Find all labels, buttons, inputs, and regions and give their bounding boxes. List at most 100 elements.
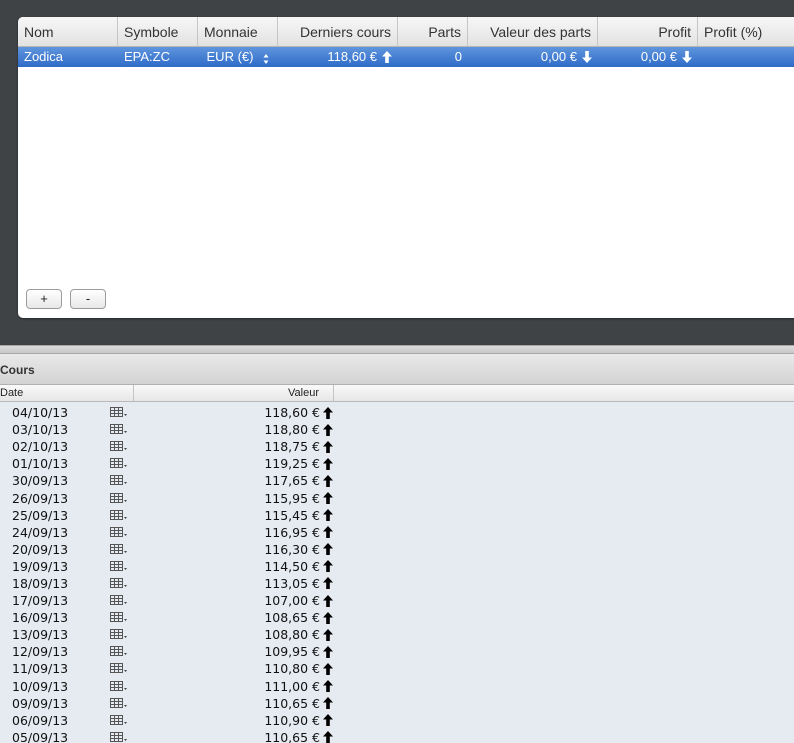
row-date[interactable]: 20/09/13 bbox=[0, 542, 110, 557]
calendar-picker-icon[interactable] bbox=[110, 543, 134, 555]
portfolio-row-selected[interactable]: Zodica EPA:ZC EUR (€) 118,60 € 0 0,00 € … bbox=[18, 47, 794, 67]
table-row[interactable]: 16/09/13 108,65 € bbox=[0, 609, 794, 626]
drag-handle-icon[interactable] bbox=[549, 348, 573, 361]
row-date[interactable]: 24/09/13 bbox=[0, 525, 110, 540]
row-valeur[interactable]: 108,65 € bbox=[134, 610, 320, 625]
table-row[interactable]: 18/09/13 113,05 € bbox=[0, 575, 794, 592]
table-row[interactable]: 20/09/13 116,30 € bbox=[0, 541, 794, 558]
row-valeur[interactable]: 110,65 € bbox=[134, 696, 320, 711]
column-header-profit[interactable]: Profit bbox=[598, 17, 698, 46]
row-valeur[interactable]: 111,00 € bbox=[134, 679, 320, 694]
table-row[interactable]: 11/09/13 110,80 € bbox=[0, 660, 794, 677]
row-date[interactable]: 19/09/13 bbox=[0, 559, 110, 574]
cell-derniers-cours: 118,60 € bbox=[278, 47, 398, 67]
row-valeur[interactable]: 118,60 € bbox=[134, 405, 320, 420]
row-date[interactable]: 16/09/13 bbox=[0, 610, 110, 625]
table-row[interactable]: 02/10/13 118,75 € bbox=[0, 438, 794, 455]
calendar-picker-icon[interactable] bbox=[110, 407, 134, 418]
calendar-picker-icon[interactable] bbox=[110, 731, 134, 743]
row-valeur[interactable]: 117,65 € bbox=[134, 473, 320, 488]
column-header-date[interactable]: Date bbox=[0, 385, 134, 401]
table-row[interactable]: 25/09/13 115,45 € bbox=[0, 507, 794, 524]
row-valeur[interactable]: 114,50 € bbox=[134, 559, 320, 574]
table-row[interactable]: 04/10/13 118,60 € bbox=[0, 404, 794, 421]
row-valeur[interactable]: 110,90 € bbox=[134, 713, 320, 728]
row-date[interactable]: 04/10/13 bbox=[0, 405, 110, 420]
cell-symbole: EPA:ZC bbox=[124, 49, 170, 64]
calendar-picker-icon[interactable] bbox=[110, 680, 134, 692]
row-date[interactable]: 13/09/13 bbox=[0, 627, 110, 642]
calendar-picker-icon[interactable] bbox=[110, 595, 134, 606]
row-valeur[interactable]: 110,80 € bbox=[134, 661, 320, 676]
column-header-derniers-cours[interactable]: Derniers cours bbox=[278, 17, 398, 46]
table-row[interactable]: 17/09/13 107,00 € bbox=[0, 592, 794, 609]
row-date[interactable]: 11/09/13 bbox=[0, 661, 110, 676]
table-row[interactable]: 05/09/13 110,65 € bbox=[0, 729, 794, 743]
calendar-picker-icon[interactable] bbox=[110, 560, 134, 572]
row-date[interactable]: 03/10/13 bbox=[0, 422, 110, 437]
currency-select[interactable]: EUR (€) bbox=[198, 47, 278, 67]
calendar-picker-icon[interactable] bbox=[110, 526, 134, 538]
row-date[interactable]: 17/09/13 bbox=[0, 593, 110, 608]
row-valeur[interactable]: 116,30 € bbox=[134, 542, 320, 557]
calendar-picker-icon[interactable] bbox=[110, 612, 134, 623]
table-row[interactable]: 26/09/13 115,95 € bbox=[0, 489, 794, 506]
split-view-divider[interactable] bbox=[0, 345, 794, 361]
calendar-picker-icon[interactable] bbox=[110, 441, 134, 452]
calendar-picker-icon[interactable] bbox=[110, 646, 134, 657]
row-date[interactable]: 06/09/13 bbox=[0, 713, 110, 728]
column-header-nom[interactable]: Nom bbox=[18, 17, 118, 46]
calendar-picker-icon[interactable] bbox=[110, 424, 134, 435]
row-valeur[interactable]: 110,65 € bbox=[134, 730, 320, 743]
row-date[interactable]: 26/09/13 bbox=[0, 491, 110, 506]
row-date[interactable]: 30/09/13 bbox=[0, 473, 110, 488]
calendar-picker-icon[interactable] bbox=[110, 697, 134, 709]
table-row[interactable]: 30/09/13 117,65 € bbox=[0, 472, 794, 489]
row-date[interactable]: 25/09/13 bbox=[0, 508, 110, 523]
table-row[interactable]: 13/09/13 108,80 € bbox=[0, 626, 794, 643]
calendar-picker-icon[interactable] bbox=[110, 577, 134, 589]
table-row[interactable]: 10/09/13 111,00 € bbox=[0, 678, 794, 695]
calendar-picker-icon[interactable] bbox=[110, 458, 134, 469]
column-header-symbole[interactable]: Symbole bbox=[118, 17, 198, 46]
row-date[interactable]: 09/09/13 bbox=[0, 696, 110, 711]
row-valeur[interactable]: 119,25 € bbox=[134, 456, 320, 471]
table-row[interactable]: 01/10/13 119,25 € bbox=[0, 455, 794, 472]
row-date[interactable]: 12/09/13 bbox=[0, 644, 110, 659]
remove-button[interactable]: - bbox=[70, 289, 106, 309]
calendar-picker-icon[interactable] bbox=[110, 663, 134, 674]
row-valeur[interactable]: 113,05 € bbox=[134, 576, 320, 591]
column-header-valeur[interactable]: Valeur bbox=[134, 385, 334, 401]
row-valeur[interactable]: 116,95 € bbox=[134, 525, 320, 540]
arrow-up-icon bbox=[320, 662, 334, 675]
calendar-picker-icon[interactable] bbox=[110, 492, 134, 504]
row-date[interactable]: 10/09/13 bbox=[0, 679, 110, 694]
row-valeur[interactable]: 115,45 € bbox=[134, 508, 320, 523]
table-row[interactable]: 09/09/13 110,65 € bbox=[0, 695, 794, 712]
row-date[interactable]: 01/10/13 bbox=[0, 456, 110, 471]
column-header-parts[interactable]: Parts bbox=[398, 17, 468, 46]
table-row[interactable]: 03/10/13 118,80 € bbox=[0, 421, 794, 438]
calendar-picker-icon[interactable] bbox=[110, 714, 134, 726]
table-row[interactable]: 12/09/13 109,95 € bbox=[0, 643, 794, 660]
arrow-up-icon bbox=[320, 577, 334, 590]
calendar-picker-icon[interactable] bbox=[110, 509, 134, 521]
column-header-monnaie[interactable]: Monnaie bbox=[198, 17, 278, 46]
row-valeur[interactable]: 118,80 € bbox=[134, 422, 320, 437]
add-button[interactable]: + bbox=[26, 289, 62, 309]
row-valeur[interactable]: 107,00 € bbox=[134, 593, 320, 608]
column-header-profit-pct[interactable]: Profit (%) bbox=[698, 17, 794, 46]
row-valeur[interactable]: 109,95 € bbox=[134, 644, 320, 659]
row-date[interactable]: 18/09/13 bbox=[0, 576, 110, 591]
table-row[interactable]: 06/09/13 110,90 € bbox=[0, 712, 794, 729]
table-row[interactable]: 19/09/13 114,50 € bbox=[0, 558, 794, 575]
column-header-valeur-des-parts[interactable]: Valeur des parts bbox=[468, 17, 598, 46]
calendar-picker-icon[interactable] bbox=[110, 475, 134, 486]
row-date[interactable]: 05/09/13 bbox=[0, 730, 110, 743]
row-date[interactable]: 02/10/13 bbox=[0, 439, 110, 454]
table-row[interactable]: 24/09/13 116,95 € bbox=[0, 524, 794, 541]
row-valeur[interactable]: 115,95 € bbox=[134, 491, 320, 506]
calendar-picker-icon[interactable] bbox=[110, 629, 134, 640]
row-valeur[interactable]: 108,80 € bbox=[134, 627, 320, 642]
row-valeur[interactable]: 118,75 € bbox=[134, 439, 320, 454]
